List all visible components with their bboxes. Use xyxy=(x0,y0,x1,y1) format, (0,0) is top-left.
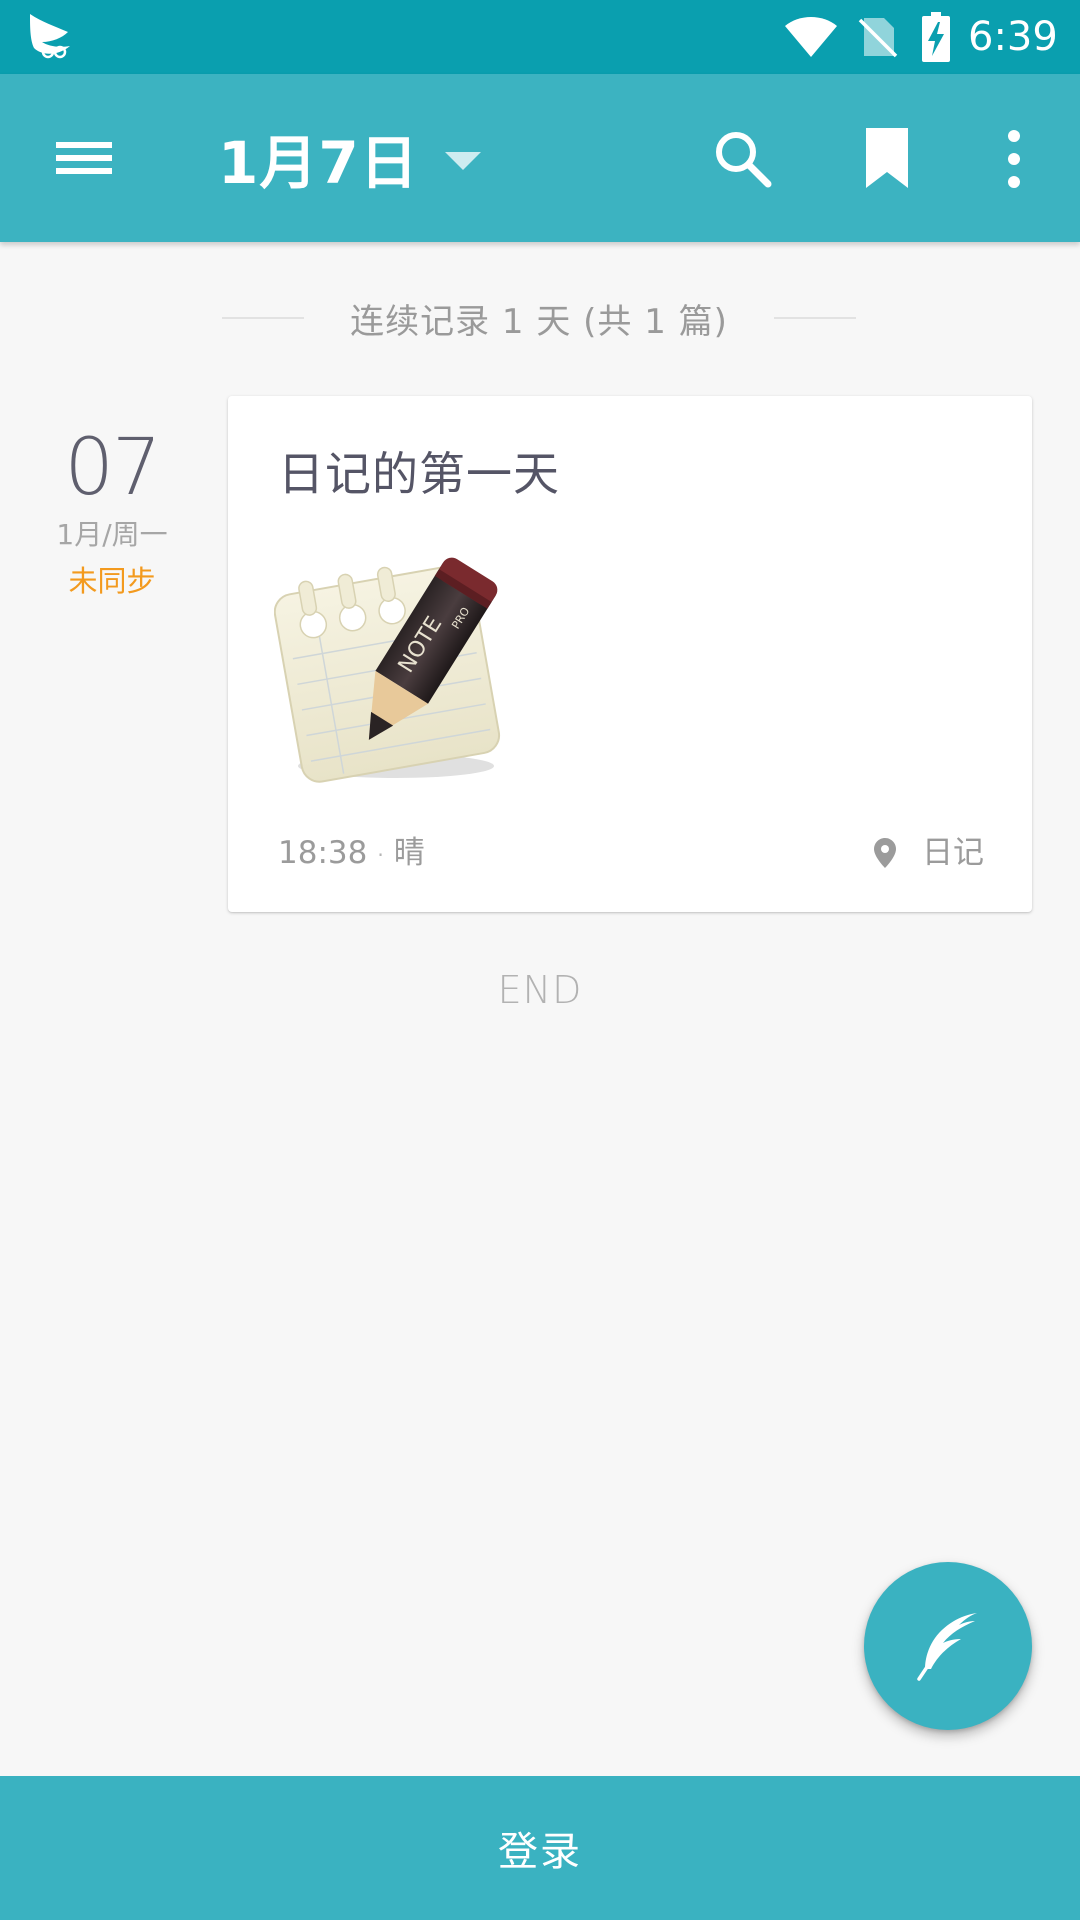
battery-charging-icon xyxy=(922,12,950,62)
entry-location[interactable]: 日记 xyxy=(874,830,984,876)
entry-weather: 晴 xyxy=(393,835,425,871)
bookmark-icon[interactable] xyxy=(862,128,912,190)
login-button-label: 登录 xyxy=(498,1829,582,1875)
dropdown-arrow-icon xyxy=(444,152,481,170)
divider-right xyxy=(773,317,856,319)
entry-meta: 18:38 · 晴 xyxy=(278,830,425,878)
entry-location-label: 日记 xyxy=(922,835,984,871)
sync-status-label: 未同步 xyxy=(68,564,156,598)
entry-day-number: 07 xyxy=(64,423,161,513)
app-bar: 1月7日 xyxy=(0,74,1080,242)
login-bar[interactable]: 登录 xyxy=(0,1776,1080,1920)
wifi-icon xyxy=(785,17,837,57)
date-title: 1月7日 xyxy=(218,129,419,197)
date-selector[interactable]: 1月7日 xyxy=(218,110,481,206)
divider-left xyxy=(222,317,305,319)
feather-icon xyxy=(917,1613,977,1681)
more-vert-icon[interactable] xyxy=(996,126,1032,192)
entry-title: 日记的第一天 xyxy=(278,447,560,501)
menu-icon[interactable] xyxy=(40,122,128,194)
new-entry-fab[interactable] xyxy=(864,1562,1032,1730)
status-time: 6:39 xyxy=(968,14,1058,60)
entry-month-weekday: 1月/周一 xyxy=(56,518,168,551)
streak-summary-text: 连续记录 1 天 (共 1 篇) xyxy=(350,301,728,342)
diary-entry-card[interactable]: 日记的第一天 NOTE PRO 18:38 · 晴 日记 xyxy=(228,396,1032,912)
entry-time: 18:38 xyxy=(278,835,368,871)
search-icon[interactable] xyxy=(712,128,774,190)
status-bar: 6:39 xyxy=(0,0,1080,74)
location-pin-icon xyxy=(874,838,896,868)
end-of-list-label: END xyxy=(497,968,583,1012)
note-pro-thumbnail[interactable]: NOTE PRO xyxy=(274,552,506,784)
meta-separator: · xyxy=(377,842,384,867)
no-sim-icon xyxy=(858,18,898,58)
app-notification-icon xyxy=(30,14,70,59)
streak-summary: 连续记录 1 天 (共 1 篇) xyxy=(222,290,856,346)
